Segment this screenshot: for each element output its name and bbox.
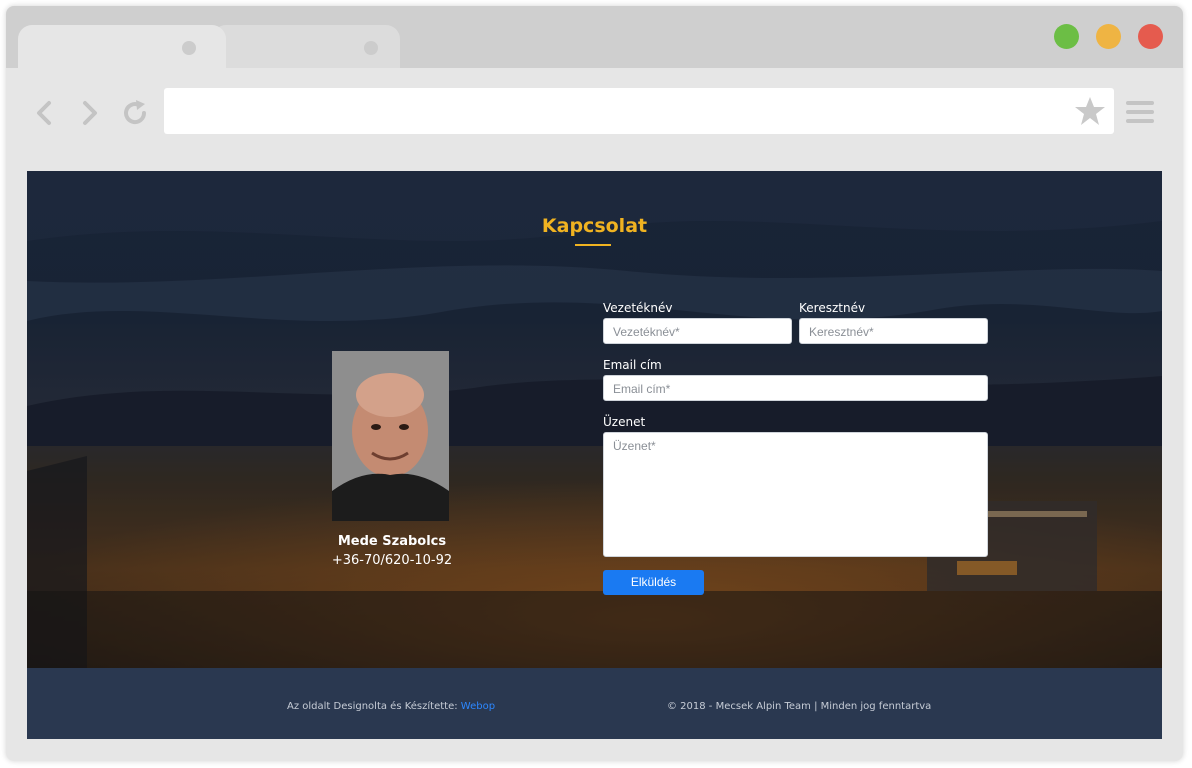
contact-section: Kapcsolat Mede Szabolcs +36-70/620-10-92… [27,171,1162,668]
star-icon[interactable] [1074,95,1106,127]
maximize-button[interactable] [1054,24,1079,49]
footer-copyright: © 2018 - Mecsek Alpin Team | Minden jog … [667,701,932,712]
browser-toolbar [6,68,1183,156]
section-title: Kapcsolat [541,215,648,237]
browser-tab-2[interactable] [212,25,400,68]
first-name-field[interactable]: Keresztnév* [799,318,988,344]
contact-name: Mede Szabolcs [337,534,447,549]
submit-button[interactable]: Elküldés [603,570,704,595]
email-field[interactable]: Email cím* [603,375,988,401]
browser-window: Kapcsolat Mede Szabolcs +36-70/620-10-92… [6,6,1183,761]
tab-close-dot-icon[interactable] [182,41,196,55]
close-button[interactable] [1138,24,1163,49]
browser-tab-1[interactable] [18,25,226,68]
person-photo [332,351,449,521]
last-name-label: Vezetéknév [603,301,673,315]
message-textarea[interactable]: Üzenet* [603,432,988,557]
last-name-field[interactable]: Vezetéknév* [603,318,792,344]
email-label: Email cím [603,358,662,372]
contact-phone: +36-70/620-10-92 [331,553,453,568]
footer: Az oldalt Designolta és Készítette: Webo… [27,668,1162,739]
minimize-button[interactable] [1096,24,1121,49]
reload-icon[interactable] [118,96,152,130]
avatar [332,351,449,521]
chevron-left-icon[interactable] [28,96,62,130]
page-viewport: Kapcsolat Mede Szabolcs +36-70/620-10-92… [27,171,1162,739]
address-bar[interactable] [164,88,1114,134]
hamburger-icon[interactable] [1124,96,1156,128]
first-name-label: Keresztnév [799,301,866,315]
message-label: Üzenet [603,415,646,429]
chevron-right-icon[interactable] [72,96,106,130]
footer-credit: Az oldalt Designolta és Készítette: Webo… [287,701,495,712]
tab-bar [6,6,1183,68]
footer-credit-link[interactable]: Webop [461,701,495,712]
tab-close-dot-icon[interactable] [364,41,378,55]
footer-credit-text: Az oldalt Designolta és Készítette: [287,701,461,712]
title-underline [575,244,611,246]
